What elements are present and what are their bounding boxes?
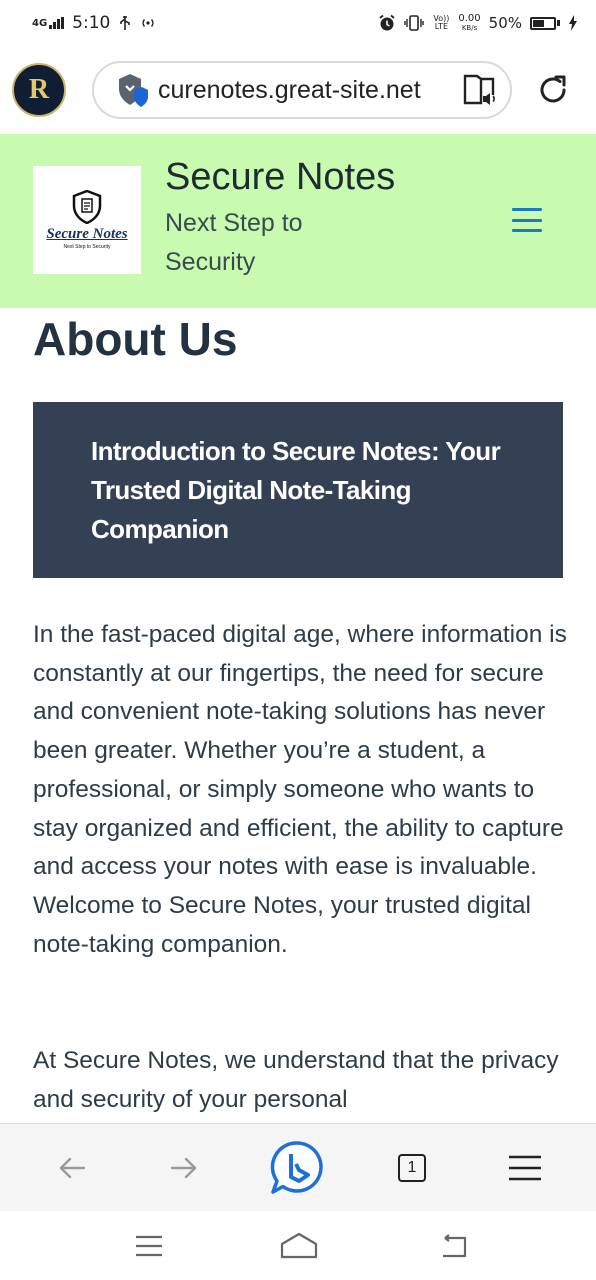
browser-address-bar: R curenotes.great-site.net (0, 46, 596, 134)
system-back-button[interactable] (434, 1229, 474, 1263)
menu-icon (509, 1155, 541, 1181)
home-icon (280, 1232, 318, 1259)
forward-button[interactable] (162, 1146, 206, 1190)
logo-text: Secure Notes (46, 226, 128, 242)
charging-icon (569, 15, 577, 31)
back-icon (443, 1234, 467, 1258)
forward-arrow-icon (170, 1157, 197, 1179)
battery-percent: 50% (488, 14, 522, 32)
recents-button[interactable] (129, 1229, 169, 1263)
site-avatar[interactable]: R (12, 63, 66, 117)
intro-heading: Introduction to Secure Notes: Your Trust… (91, 436, 501, 544)
browser-menu-button[interactable] (503, 1146, 547, 1190)
immersive-reader-icon[interactable] (462, 72, 498, 108)
tabs-icon: 1 (398, 1154, 426, 1182)
signal-icon (49, 17, 65, 29)
battery-icon (530, 16, 560, 30)
security-shield-icon[interactable] (116, 72, 148, 108)
hotspot-icon (142, 19, 154, 27)
status-bar: 4G 5:10 Vo)) LTE 0.00 KB/s 50% (0, 0, 596, 46)
status-right: Vo)) LTE 0.00 KB/s 50% (378, 14, 578, 32)
about-paragraph-2: At Secure Notes, we understand that the … (33, 1047, 559, 1113)
recents-icon (136, 1235, 162, 1257)
url-text[interactable]: curenotes.great-site.net (158, 76, 462, 105)
site-header: Secure Notes Next Step to Security Secur… (0, 134, 596, 308)
bing-icon (270, 1141, 323, 1194)
usb-icon (120, 16, 131, 30)
alarm-icon (379, 14, 395, 31)
data-speed: 0.00 KB/s (458, 13, 481, 33)
about-paragraph-1: In the fast-paced digital age, where inf… (33, 621, 567, 958)
volte-indicator: Vo)) LTE (433, 14, 450, 31)
speed-value: 0.00 (458, 13, 481, 24)
logo-tagline: Next Step to Security (63, 244, 111, 250)
logo-shield-icon (72, 190, 102, 224)
intro-banner: Introduction to Secure Notes: Your Trust… (33, 402, 563, 578)
site-title[interactable]: Secure Notes (165, 156, 395, 199)
hamburger-menu-icon[interactable] (512, 208, 542, 232)
site-icon-letter: R (28, 74, 50, 105)
network-indicator: 4G (32, 17, 65, 29)
home-button[interactable] (279, 1229, 319, 1263)
tabs-button[interactable]: 1 (390, 1146, 434, 1190)
network-type: 4G (32, 18, 48, 29)
site-tagline: Next Step to Security (165, 209, 303, 276)
reload-icon[interactable] (534, 71, 572, 109)
status-left: 4G 5:10 (32, 13, 156, 33)
browser-bottom-toolbar: 1 (0, 1123, 596, 1211)
clock: 5:10 (72, 13, 111, 33)
system-nav-bar (0, 1211, 596, 1280)
site-logo[interactable]: Secure Notes Next Step to Security (33, 166, 141, 274)
address-field[interactable]: curenotes.great-site.net (92, 61, 512, 119)
page-title: About Us (33, 313, 238, 365)
vibrate-icon (404, 15, 425, 31)
bing-button[interactable] (268, 1139, 326, 1197)
back-arrow-icon (59, 1157, 86, 1179)
speed-unit: KB/s (461, 24, 478, 32)
back-button[interactable] (50, 1146, 94, 1190)
